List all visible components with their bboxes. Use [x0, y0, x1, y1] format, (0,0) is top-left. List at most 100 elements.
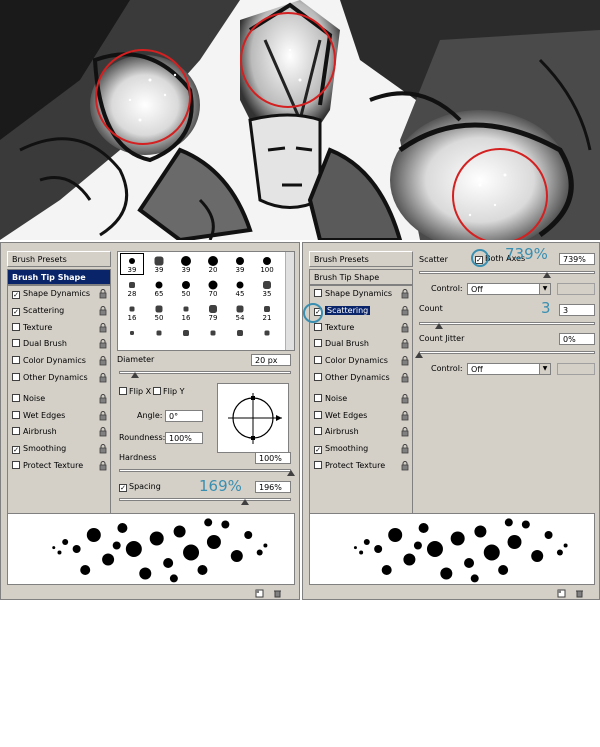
- checkbox[interactable]: [314, 410, 322, 419]
- new-preset-icon[interactable]: [557, 589, 566, 598]
- sidebar-item-protect-texture[interactable]: Protect Texture: [310, 458, 412, 475]
- lock-icon[interactable]: [401, 289, 409, 299]
- lock-icon[interactable]: [99, 305, 107, 316]
- checkbox[interactable]: [12, 356, 20, 365]
- brush-preset-grid[interactable]: 39 39 39 20 39 100 28 65 50 70 45 35 16 50 16 79 54 21: [117, 251, 295, 351]
- brush-preset-21[interactable]: [175, 326, 197, 346]
- count-slider[interactable]: [419, 322, 595, 325]
- lock-icon[interactable]: [99, 339, 107, 349]
- checkbox[interactable]: [314, 427, 322, 436]
- flip-y-checkbox[interactable]: Flip Y: [153, 387, 185, 396]
- brush-preset-20[interactable]: [148, 326, 170, 346]
- sidebar-item-airbrush[interactable]: Airbrush: [310, 424, 412, 441]
- sidebar-item-scattering[interactable]: ✓ Scattering: [8, 303, 110, 320]
- brush-preset-9[interactable]: 50: [175, 278, 197, 298]
- sidebar-item-texture[interactable]: Texture: [310, 320, 412, 337]
- brush-preset-4[interactable]: 20: [202, 254, 224, 274]
- checkbox[interactable]: [314, 356, 322, 365]
- checkbox[interactable]: ✓: [12, 307, 20, 316]
- sidebar-item-protect-texture[interactable]: Protect Texture: [8, 458, 110, 475]
- brush-preset-24[interactable]: [256, 326, 278, 346]
- brush-preset-6[interactable]: 100: [256, 254, 278, 274]
- checkbox[interactable]: [12, 393, 20, 402]
- brush-preset-18[interactable]: 21: [256, 302, 278, 322]
- checkbox[interactable]: ✓: [314, 446, 322, 455]
- brush-preset-16[interactable]: 79: [202, 302, 224, 322]
- sidebar-item-shape-dynamics[interactable]: Shape Dynamics: [310, 286, 412, 303]
- checkbox[interactable]: [314, 372, 322, 381]
- checkbox[interactable]: ✓: [12, 291, 20, 299]
- sidebar-item-shape-dynamics[interactable]: ✓ Shape Dynamics: [8, 286, 110, 303]
- sidebar-item-airbrush[interactable]: Airbrush: [8, 424, 110, 441]
- checkbox[interactable]: [12, 322, 20, 331]
- sidebar-item-scattering[interactable]: ✓ Scattering: [310, 303, 412, 320]
- sidebar-item-other-dynamics[interactable]: Other Dynamics: [310, 370, 412, 387]
- lock-icon[interactable]: [99, 444, 107, 454]
- scatter-slider[interactable]: [419, 271, 595, 274]
- brush-presets-button[interactable]: Brush Presets: [7, 251, 111, 267]
- lock-icon[interactable]: [401, 460, 409, 471]
- lock-icon[interactable]: [401, 305, 409, 316]
- sidebar-item-smoothing[interactable]: ✓ Smoothing: [310, 441, 412, 458]
- lock-icon[interactable]: [401, 339, 409, 349]
- brush-preset-8[interactable]: 65: [148, 278, 170, 298]
- lock-icon[interactable]: [99, 289, 107, 299]
- count-field[interactable]: 3: [559, 304, 595, 316]
- brush-preset-23[interactable]: [229, 326, 251, 346]
- lock-icon[interactable]: [401, 410, 409, 421]
- sidebar-item-other-dynamics[interactable]: Other Dynamics: [8, 370, 110, 387]
- lock-icon[interactable]: [99, 373, 107, 383]
- brush-presets-button[interactable]: Brush Presets: [309, 251, 413, 267]
- checkbox[interactable]: [314, 460, 322, 469]
- roundness-field[interactable]: 100%: [165, 432, 203, 444]
- lock-icon[interactable]: [401, 444, 409, 454]
- checkbox[interactable]: [314, 339, 322, 348]
- brush-preset-7[interactable]: 28: [121, 278, 143, 298]
- sidebar-item-color-dynamics[interactable]: Color Dynamics: [8, 353, 110, 370]
- brush-tip-shape-item[interactable]: Brush Tip Shape: [7, 269, 111, 285]
- sidebar-item-texture[interactable]: Texture: [8, 320, 110, 337]
- sidebar-item-smoothing[interactable]: ✓ Smoothing: [8, 441, 110, 458]
- new-preset-icon[interactable]: [255, 589, 264, 598]
- trash-icon[interactable]: [273, 589, 282, 598]
- checkbox[interactable]: [314, 393, 322, 402]
- spacing-slider[interactable]: [119, 498, 291, 501]
- brush-preset-3[interactable]: 39: [175, 254, 197, 274]
- spacing-slider-thumb[interactable]: [241, 499, 249, 505]
- brush-preset-10[interactable]: 70: [202, 278, 224, 298]
- checkbox[interactable]: ✓: [12, 446, 20, 455]
- sidebar-item-noise[interactable]: Noise: [8, 391, 110, 408]
- sidebar-item-wet-edges[interactable]: Wet Edges: [310, 408, 412, 425]
- checkbox[interactable]: [12, 460, 20, 469]
- flip-x-checkbox[interactable]: Flip X: [119, 387, 151, 396]
- diameter-slider[interactable]: [119, 371, 291, 374]
- checkbox[interactable]: [12, 427, 20, 436]
- lock-icon[interactable]: [401, 373, 409, 383]
- count-jitter-field[interactable]: 0%: [559, 333, 595, 345]
- lock-icon[interactable]: [401, 356, 409, 366]
- brush-preset-14[interactable]: 50: [148, 302, 170, 322]
- checkbox[interactable]: [314, 289, 322, 297]
- brush-preset-12[interactable]: 35: [256, 278, 278, 298]
- scatter-field[interactable]: 739%: [559, 253, 595, 265]
- brush-grid-scrollbar[interactable]: [285, 252, 294, 350]
- diameter-field[interactable]: 20 px: [251, 354, 291, 366]
- lock-icon[interactable]: [99, 322, 107, 333]
- brush-preset-22[interactable]: [202, 326, 224, 346]
- spacing-checkbox[interactable]: ✓ Spacing: [119, 482, 161, 492]
- checkbox[interactable]: [314, 322, 322, 331]
- brush-preset-15[interactable]: 16: [175, 302, 197, 322]
- count-jitter-slider[interactable]: [419, 351, 595, 354]
- count-slider-thumb[interactable]: [435, 323, 443, 329]
- sidebar-item-wet-edges[interactable]: Wet Edges: [8, 408, 110, 425]
- lock-icon[interactable]: [401, 393, 409, 404]
- checkbox[interactable]: [12, 339, 20, 348]
- checkbox[interactable]: [12, 410, 20, 419]
- lock-icon[interactable]: [99, 393, 107, 404]
- lock-icon[interactable]: [99, 356, 107, 366]
- checkbox[interactable]: [12, 372, 20, 381]
- brush-preset-5[interactable]: 39: [229, 254, 251, 274]
- sidebar-item-dual-brush[interactable]: Dual Brush: [8, 336, 110, 353]
- scatter-control-dropdown[interactable]: Off ▼: [467, 283, 551, 295]
- sidebar-item-dual-brush[interactable]: Dual Brush: [310, 336, 412, 353]
